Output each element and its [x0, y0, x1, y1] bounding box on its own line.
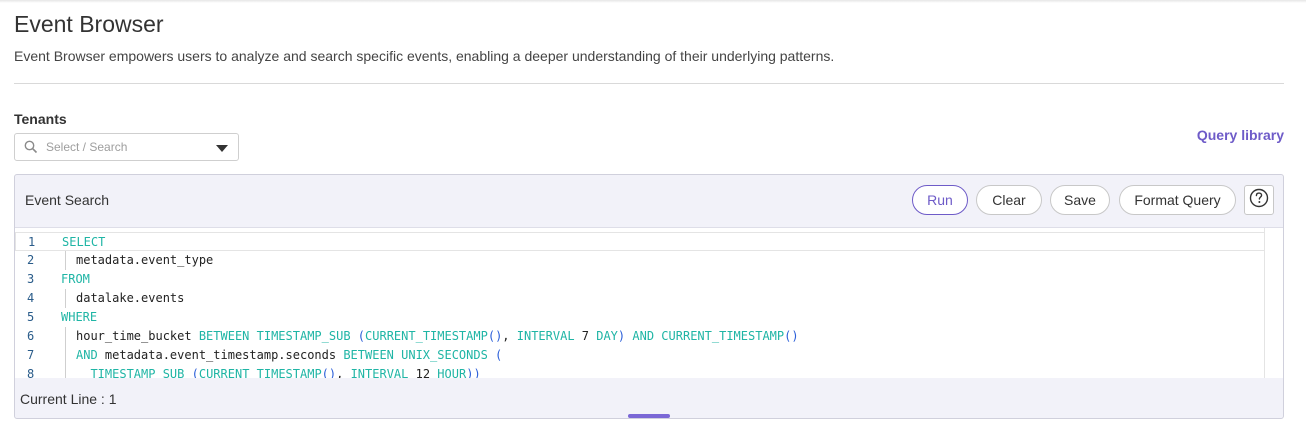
- code-token: (: [495, 348, 503, 362]
- current-line-status: Current Line : 1: [20, 391, 117, 407]
- code-token: WHERE: [61, 310, 98, 324]
- code-token: CURRENT_TIMESTAMP: [661, 329, 785, 343]
- line-number: 1: [28, 235, 36, 249]
- code-line[interactable]: 4 datalake.events: [15, 289, 1265, 308]
- code-token: DAY: [596, 329, 618, 343]
- save-button[interactable]: Save: [1050, 185, 1110, 215]
- code-token: AND: [632, 329, 662, 343]
- code-line[interactable]: 8 TIMESTAMP_SUB (CURRENT_TIMESTAMP(), IN…: [15, 365, 1265, 378]
- code-line[interactable]: 7 AND metadata.event_timestamp.seconds BE…: [15, 346, 1265, 365]
- line-number: 3: [27, 272, 35, 286]
- event-search-title: Event Search: [25, 192, 110, 208]
- editor-scrollbar[interactable]: [1264, 228, 1283, 378]
- page-title: Event Browser: [14, 11, 164, 37]
- code-token: ): [473, 367, 481, 378]
- code-token: FROM: [61, 272, 90, 286]
- code-token: hour_time_bucket: [76, 329, 199, 343]
- event-search-panel: Event Search Run Clear Save Format Query…: [14, 174, 1284, 419]
- code-token: (): [487, 329, 503, 343]
- code-token: (): [321, 367, 337, 378]
- chevron-down-icon[interactable]: [216, 145, 228, 152]
- code-text: SELECT: [62, 233, 105, 252]
- line-number: 6: [27, 329, 35, 343]
- code-token: UNIX_SECONDS: [401, 348, 496, 362]
- code-text: metadata.event_type: [76, 251, 213, 270]
- code-token: HOUR: [437, 367, 467, 378]
- tenants-label: Tenants: [14, 111, 67, 127]
- code-token: INTERVAL: [350, 367, 416, 378]
- run-button[interactable]: Run: [912, 185, 968, 215]
- code-text: hour_time_bucket BETWEEN TIMESTAMP_SUB (…: [76, 327, 799, 346]
- code-token: AND: [76, 348, 105, 362]
- code-token: TIMESTAMP_SUB: [256, 329, 358, 343]
- code-line[interactable]: 5 WHERE: [15, 308, 1265, 327]
- code-token: (): [784, 329, 799, 343]
- format-query-button[interactable]: Format Query: [1119, 185, 1236, 215]
- code-token: 12: [415, 367, 438, 378]
- question-circle-icon: [1249, 188, 1269, 213]
- code-token: metadata.event_type: [76, 253, 214, 267]
- code-token: (: [191, 367, 199, 378]
- editor-resize-handle[interactable]: [628, 414, 670, 418]
- code-line[interactable]: 3 FROM: [15, 270, 1265, 289]
- query-library-link[interactable]: Query library: [1197, 127, 1284, 143]
- indent-guide: [65, 346, 66, 365]
- line-number: 5: [27, 310, 35, 324]
- line-number: 7: [27, 348, 35, 362]
- clear-button[interactable]: Clear: [976, 185, 1042, 215]
- line-number: 2: [27, 253, 35, 267]
- help-button[interactable]: [1244, 185, 1274, 215]
- tenants-search-placeholder[interactable]: Select / Search: [46, 140, 127, 154]
- code-text: FROM: [61, 270, 90, 289]
- code-token: (: [357, 329, 366, 343]
- top-shadow: [0, 0, 1306, 3]
- indent-guide: [65, 327, 66, 346]
- code-token: BETWEEN: [343, 348, 402, 362]
- code-text: WHERE: [61, 308, 97, 327]
- code-token: BETWEEN: [198, 329, 257, 343]
- code-line[interactable]: 6 hour_time_bucket BETWEEN TIMESTAMP_SUB …: [15, 327, 1265, 346]
- code-line[interactable]: 2 metadata.event_type: [15, 251, 1265, 270]
- search-icon: [24, 140, 38, 159]
- code-text: AND metadata.event_timestamp.seconds BET…: [76, 346, 502, 365]
- event-search-header: Event Search Run Clear Save Format Query: [15, 175, 1283, 228]
- code-token: CURRENT_TIMESTAMP: [198, 367, 322, 378]
- code-token: 7: [581, 329, 597, 343]
- code-text: datalake.events: [76, 289, 184, 308]
- code-token: ,: [336, 367, 351, 378]
- query-editor[interactable]: 8 TIMESTAMP_SUB (CURRENT_TIMESTAMP(), IN…: [15, 228, 1283, 378]
- divider: [14, 83, 1284, 84]
- code-line[interactable]: 1 SELECT: [15, 232, 1278, 251]
- code-token: CURRENT_TIMESTAMP: [365, 329, 488, 343]
- line-number: 4: [27, 291, 35, 305]
- tenants-select[interactable]: Select / Search: [14, 133, 239, 161]
- code-token: datalake.events: [76, 291, 185, 305]
- code-text: TIMESTAMP_SUB (CURRENT_TIMESTAMP(), INTE…: [76, 365, 481, 378]
- page-description: Event Browser empowers users to analyze …: [14, 48, 835, 64]
- line-number: 8: [27, 367, 35, 378]
- code-token: ,: [502, 329, 517, 343]
- code-token: SELECT: [62, 235, 106, 249]
- indent-guide: [65, 251, 66, 270]
- code-token: INTERVAL: [516, 329, 582, 343]
- code-token: TIMESTAMP_SUB: [90, 367, 192, 378]
- indent-guide: [65, 365, 66, 378]
- code-token: metadata.event_timestamp.seconds: [104, 348, 344, 362]
- indent-guide: [65, 289, 66, 308]
